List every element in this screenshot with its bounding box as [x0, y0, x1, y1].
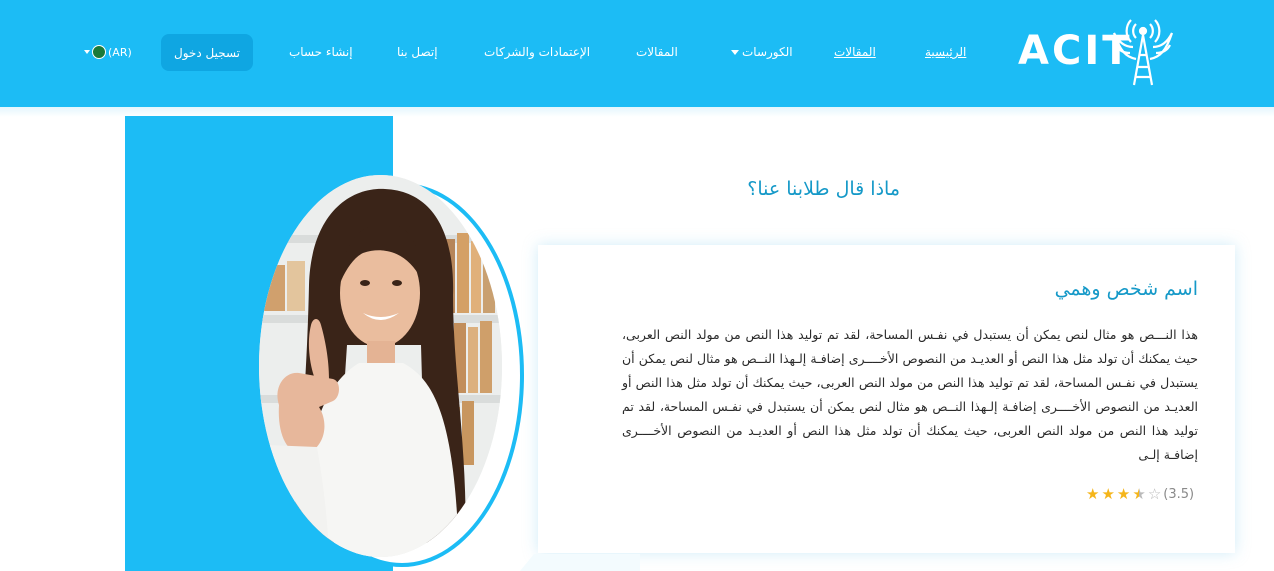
nav-home[interactable]: الرئيسية: [925, 44, 966, 60]
testimonial-photo: [259, 175, 502, 557]
antenna-wings-icon: [1112, 19, 1174, 86]
star-full-icon: ★: [1086, 485, 1100, 503]
language-label: (AR): [108, 45, 132, 59]
star-half-icon: ★: [1132, 485, 1146, 503]
nav-articles[interactable]: المقالات: [636, 44, 678, 60]
nav-register[interactable]: إنشاء حساب: [289, 44, 353, 60]
nav-courses-dropdown[interactable]: الكورسات: [731, 44, 793, 60]
nav-articles-active[interactable]: المقالات: [834, 44, 876, 60]
login-button[interactable]: تسجيل دخول: [161, 34, 253, 71]
nav-contact[interactable]: إتصل بنا: [397, 44, 438, 60]
nav-accreditations[interactable]: الإعتمادات والشركات: [484, 44, 590, 60]
star-full-icon: ★: [1116, 485, 1131, 503]
saudi-flag-icon: [92, 45, 106, 59]
star-empty-icon: ☆: [1147, 485, 1162, 503]
site-logo[interactable]: ACIT: [1018, 17, 1178, 87]
testimonial-author-name: اسم شخص وهمي: [1054, 278, 1198, 300]
section-heading: ماذا قال طلابنا عنا؟: [747, 178, 900, 200]
woman-thumbs-up-image: [259, 175, 502, 557]
nav-courses-label: الكورسات: [742, 45, 793, 59]
decorative-card-accent: [520, 554, 640, 571]
chevron-down-icon: [731, 50, 739, 55]
testimonial-text: هذا النـــص هو مثال لنص يمكن أن يستبدل ف…: [622, 327, 1198, 462]
language-switcher[interactable]: (AR): [84, 44, 132, 60]
star-full-icon: ★: [1101, 485, 1115, 503]
rating-value: (3.5): [1163, 486, 1195, 502]
caret-down-icon: [84, 50, 90, 54]
star-rating: ★ ★ ★ ★ ☆ (3.5): [1086, 485, 1196, 503]
